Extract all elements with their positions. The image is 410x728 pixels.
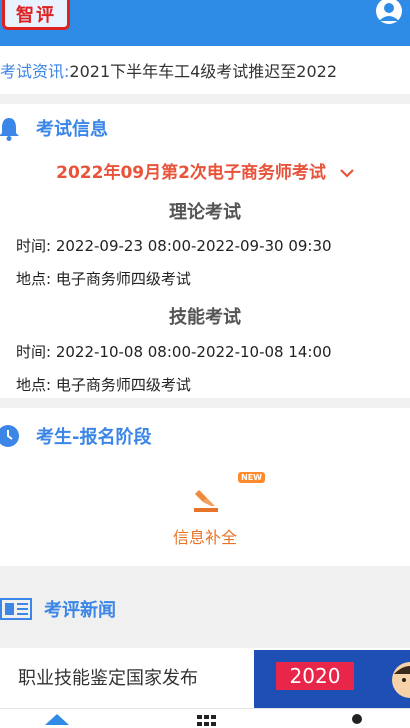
news-title: 考评新闻 <box>44 600 116 621</box>
new-badge: NEW <box>238 472 265 483</box>
exam-selector[interactable]: 2022年09月第2次电子商务师考试 <box>0 158 410 183</box>
info-complete-label[interactable]: 信息补全 <box>0 524 410 548</box>
ticker-text: 2021下半年车工4级考试推迟至2022 <box>69 62 338 81</box>
bell-icon <box>0 118 19 141</box>
news-header: 考评新闻 <box>0 580 410 638</box>
profile-tab-icon[interactable] <box>349 713 365 727</box>
news-ticker[interactable]: 考试资讯: 2021下半年车工4级考试推迟至2022 <box>0 46 410 94</box>
app-header: 智评 <box>0 0 410 46</box>
theory-exam-title: 理论考试 <box>169 202 241 223</box>
home-tab-icon[interactable] <box>44 712 70 726</box>
info-complete-icon[interactable] <box>193 486 219 514</box>
logo-text: 智评 <box>16 4 56 26</box>
exam-info-title: 考试信息 <box>36 119 108 140</box>
news-banner-image: 2020 <box>254 650 410 708</box>
skill-exam-title: 技能考试 <box>169 307 241 328</box>
skill-exam-place: 地点: 电子商务师四级考试 <box>16 376 191 394</box>
news-headline: 职业技能鉴定国家发布 <box>18 668 198 689</box>
chevron-down-icon <box>340 169 354 178</box>
apps-tab-icon[interactable] <box>196 714 218 728</box>
app-logo: 智评 <box>2 0 70 30</box>
theory-exam-time: 时间: 2022-09-23 08:00-2022-09-30 09:30 <box>16 237 332 255</box>
banner-year: 2020 <box>276 662 354 690</box>
newspaper-icon <box>0 598 32 620</box>
registration-title: 考生-报名阶段 <box>36 427 152 448</box>
clock-icon <box>0 425 19 447</box>
user-profile-icon[interactable] <box>374 0 404 26</box>
news-item[interactable]: 职业技能鉴定国家发布 2020 <box>0 648 410 708</box>
registration-header: 考生-报名阶段 <box>0 416 151 456</box>
theory-exam-place: 地点: 电子商务师四级考试 <box>16 270 191 288</box>
selected-exam-label: 2022年09月第2次电子商务师考试 <box>56 163 326 183</box>
registration-card: 考生-报名阶段 NEW 信息补全 <box>0 408 410 566</box>
exam-info-header: 考试信息 <box>0 108 108 148</box>
exam-info-card: 考试信息 2022年09月第2次电子商务师考试 理论考试 时间: 2022-09… <box>0 104 410 398</box>
bottom-tab-bar <box>0 708 410 728</box>
cartoon-face-icon <box>392 662 410 698</box>
ticker-label: 考试资讯: <box>0 62 70 81</box>
skill-exam-time: 时间: 2022-10-08 08:00-2022-10-08 14:00 <box>16 343 332 361</box>
